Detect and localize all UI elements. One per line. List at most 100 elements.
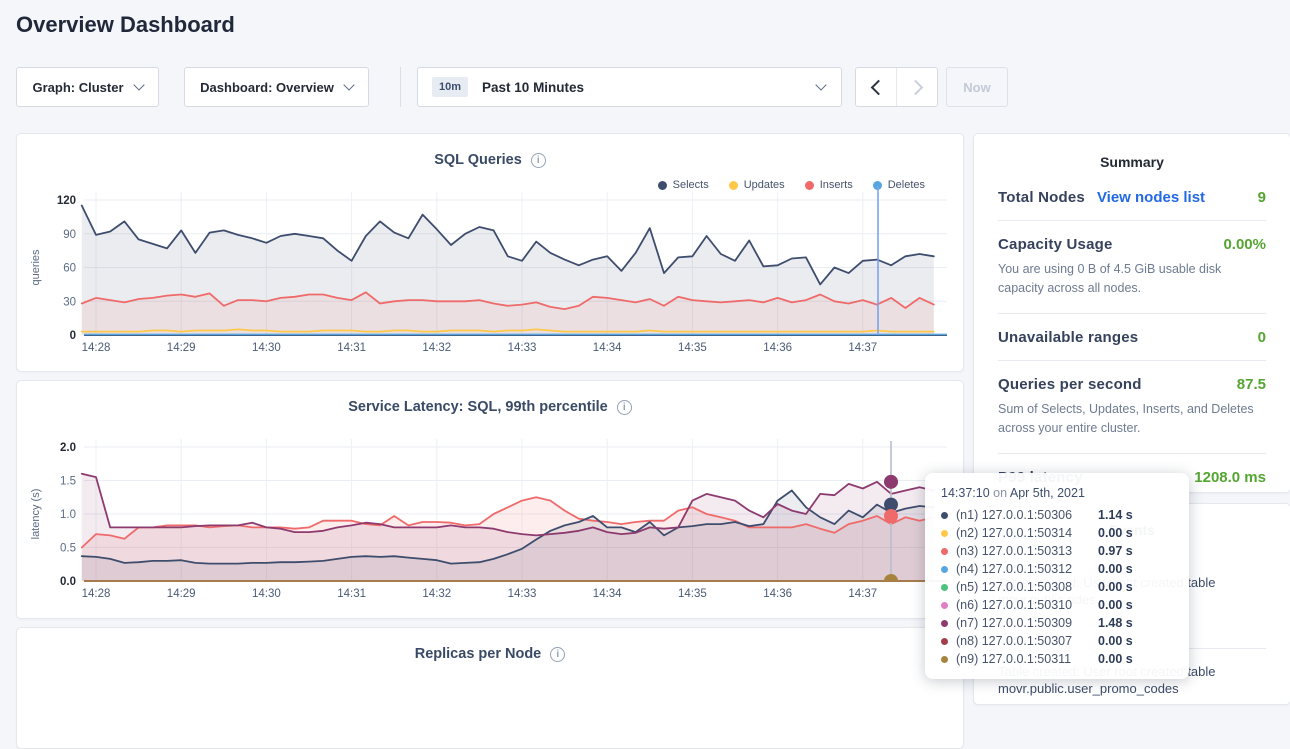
summary-row-label: Unavailable ranges [998,329,1138,346]
svg-text:14:37: 14:37 [848,342,877,354]
node-dot-icon [941,584,948,591]
svg-text:14:28: 14:28 [82,588,111,600]
tooltip-row: (n7) 127.0.0.1:503091.48 s [941,614,1173,632]
tooltip-node-value: 1.48 s [1098,616,1133,630]
node-dot-icon [941,512,948,519]
service-latency-card: Service Latency: SQL, 99th percentile i … [16,380,964,619]
svg-text:14:32: 14:32 [422,588,451,600]
tooltip-node-label: (n3) 127.0.0.1:50313 [956,544,1098,558]
summary-rows: Total Nodes View nodes list 9 Capacity Usag… [974,174,1290,500]
time-range-label: Past 10 Minutes [482,80,584,95]
summary-row-desc: You are using 0 B of 4.5 GiB usable disk… [998,260,1266,299]
view-nodes-list-link[interactable]: View nodes list [1097,189,1205,206]
tooltip-header: 14:37:10 on Apr 5th, 2021 [941,486,1173,500]
tooltip-node-value: 0.00 s [1098,652,1133,666]
summary-row-label: Capacity Usage [998,236,1113,253]
tooltip-row: (n1) 127.0.0.1:503061.14 s [941,506,1173,524]
time-step-buttons [855,67,938,107]
sql-queries-chart[interactable]: 0 30 60 90 120 14:28 14:29 14:30 14:31 14:32 14:33… [17,134,963,371]
summary-row: Queries per second87.5Sum of Selects, Up… [998,361,1266,454]
svg-text:90: 90 [63,229,76,241]
time-range-dropdown[interactable]: 10m Past 10 Minutes [417,67,842,107]
tooltip-node-label: (n4) 127.0.0.1:50312 [956,562,1098,576]
svg-text:14:31: 14:31 [337,342,366,354]
tooltip-node-value: 0.00 s [1098,634,1133,648]
svg-text:14:34: 14:34 [593,342,622,354]
tooltip-time: 14:37:10 [941,486,990,500]
node-dot-icon [941,548,948,555]
tooltip-row: (n2) 127.0.0.1:503140.00 s [941,524,1173,542]
summary-row: Capacity Usage 0.00% You are using 0 B of … [998,221,1266,314]
chart-tooltip: 14:37:10 on Apr 5th, 2021 (n1) 127.0.0.1… [925,473,1189,679]
tooltip-node-value: 0.00 s [1098,562,1133,576]
svg-text:14:32: 14:32 [422,342,451,354]
tooltip-row: (n3) 127.0.0.1:503130.97 s [941,542,1173,560]
tooltip-node-label: (n7) 127.0.0.1:50309 [956,616,1098,630]
next-time-button[interactable] [896,68,937,106]
node-dot-icon [941,566,948,573]
svg-text:0: 0 [70,330,76,342]
tooltip-date: Apr 5th, 2021 [1010,486,1085,500]
tooltip-node-label: (n8) 127.0.0.1:50307 [956,634,1098,648]
svg-text:60: 60 [63,263,76,275]
node-dot-icon [941,530,948,537]
graph-dropdown[interactable]: Graph: Cluster [16,67,159,107]
page-title: Overview Dashboard [16,12,235,38]
replicas-per-node-card: Replicas per Node i [16,627,964,749]
time-range-badge: 10m [432,77,468,97]
prev-time-button[interactable] [856,68,896,106]
toolbar-divider [400,67,401,107]
chevron-right-icon [907,79,923,95]
summary-row-value: 9 [1258,189,1266,206]
summary-row-label: Queries per second [998,376,1142,393]
svg-text:14:37: 14:37 [848,588,877,600]
svg-text:1.0: 1.0 [60,509,76,521]
summary-row-value: 0.00% [1223,236,1266,253]
node-dot-icon [941,620,948,627]
summary-row-label: Total Nodes [998,189,1085,206]
tooltip-node-value: 0.97 s [1098,544,1133,558]
tooltip-row: (n6) 127.0.0.1:503100.00 s [941,596,1173,614]
summary-panel: Summary Total Nodes View nodes list 9 Capac… [973,133,1290,493]
svg-text:14:33: 14:33 [508,342,537,354]
tooltip-node-value: 1.14 s [1098,508,1133,522]
summary-row-value: 1208.0 ms [1194,469,1266,486]
chart-title: Replicas per Node [415,646,542,662]
service-latency-chart[interactable]: 0.00.51.01.52.014:2814:2914:3014:3114:32… [17,381,963,618]
dashboard-dropdown[interactable]: Dashboard: Overview [184,67,369,107]
replicas-title-row: Replicas per Node i [17,628,963,662]
tooltip-row: (n4) 127.0.0.1:503120.00 s [941,560,1173,578]
graph-dropdown-label: Graph: Cluster [32,80,123,95]
summary-title: Summary [974,134,1290,174]
node-dot-icon [941,602,948,609]
tooltip-node-label: (n6) 127.0.0.1:50310 [956,598,1098,612]
svg-text:14:29: 14:29 [167,342,196,354]
tooltip-node-label: (n1) 127.0.0.1:50306 [956,508,1098,522]
svg-text:14:28: 14:28 [82,342,111,354]
tooltip-on: on [993,486,1007,500]
svg-text:14:33: 14:33 [508,588,537,600]
svg-text:30: 30 [63,296,76,308]
tooltip-node-value: 0.00 s [1098,598,1133,612]
tooltip-node-value: 0.00 s [1098,580,1133,594]
svg-text:120: 120 [57,195,76,207]
chevron-down-icon [343,79,354,90]
tooltip-node-value: 0.00 s [1098,526,1133,540]
tooltip-row: (n9) 127.0.0.1:503110.00 s [941,650,1173,668]
toolbar: Graph: Cluster Dashboard: Overview 10m P… [16,67,1008,107]
chevron-down-icon [815,79,826,90]
info-icon[interactable]: i [550,647,565,662]
summary-row-value: 87.5 [1237,376,1266,393]
sql-queries-card: SQL Queries i SelectsUpdatesInsertsDelet… [16,133,964,372]
svg-text:1.5: 1.5 [60,476,76,488]
svg-text:14:34: 14:34 [593,588,622,600]
now-button[interactable]: Now [946,67,1008,107]
svg-text:0.0: 0.0 [60,576,76,588]
svg-text:14:30: 14:30 [252,588,281,600]
summary-row-line: Unavailable ranges0 [998,329,1266,346]
svg-text:queries: queries [30,249,42,286]
svg-text:2.0: 2.0 [60,442,76,454]
svg-text:14:30: 14:30 [252,342,281,354]
summary-row-line: Queries per second 87.5 [998,376,1266,393]
svg-text:14:35: 14:35 [678,588,707,600]
